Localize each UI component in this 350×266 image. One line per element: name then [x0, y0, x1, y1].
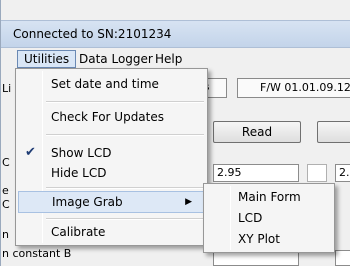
menu-separator [46, 218, 204, 220]
checkmark-icon: ✔ [25, 145, 36, 160]
second-read-button[interactable] [317, 121, 350, 143]
application-window: Connected to SN:2101234 Utilities Data L… [0, 0, 350, 266]
menu-item-label: Show LCD [51, 146, 112, 160]
menu-item-set-date-time[interactable]: Set date and time [18, 73, 205, 95]
menu-item-label: Set date and time [51, 77, 159, 91]
read-button[interactable]: Read [213, 121, 301, 143]
menu-item-label: Main Form [238, 190, 301, 204]
left-label-fragment: e [2, 184, 9, 197]
value-field-text: 2.95 [217, 166, 242, 179]
value-field[interactable]: 2.9 [335, 164, 350, 182]
menu-item-check-updates[interactable]: Check For Updates [18, 106, 205, 128]
menu-help[interactable]: Help [149, 50, 188, 68]
left-label-fragment: C [2, 198, 10, 211]
menu-separator [46, 101, 204, 103]
left-label-fragment: n [2, 228, 9, 241]
menu-item-label: Image Grab [52, 195, 123, 209]
image-grab-submenu: Main Form LCD XY Plot [203, 183, 335, 253]
firmware-version-display: F/W 01.01.09.12 [237, 78, 350, 98]
submenu-item-main-form[interactable]: Main Form [206, 187, 332, 207]
firmware-version: F/W 01.01.09.12 [260, 81, 350, 94]
menu-item-hide-lcd[interactable]: Hide LCD [18, 162, 205, 184]
utilities-dropdown-menu: Set date and time Check For Updates ✔ Sh… [15, 68, 208, 246]
menu-item-label: XY Plot [238, 232, 280, 246]
menu-item-show-lcd[interactable]: ✔ Show LCD [18, 142, 205, 164]
left-label-fragment: Li [2, 82, 12, 95]
menu-separator [46, 187, 204, 189]
menu-data-logger[interactable]: Data Logger [73, 50, 159, 68]
menu-item-label: Check For Updates [51, 110, 165, 124]
menu-item-label: LCD [238, 211, 263, 225]
menu-item-label: Calibrate [51, 225, 106, 239]
value-field-text: 2.9 [339, 166, 350, 179]
menu-item-calibrate[interactable]: Calibrate [18, 221, 205, 243]
submenu-item-xy-plot[interactable]: XY Plot [206, 229, 332, 249]
value-field[interactable]: 2.95 [213, 164, 299, 182]
submenu-item-lcd[interactable]: LCD [206, 208, 332, 228]
menu-separator [46, 134, 204, 136]
window-title-bar: Connected to SN:2101234 [1, 20, 350, 48]
menu-item-label: Hide LCD [51, 166, 107, 180]
menu-bar: Utilities Data Logger Help [1, 49, 350, 69]
left-label-fragment: C [2, 156, 10, 169]
menu-utilities[interactable]: Utilities [17, 50, 77, 68]
constant-b-field[interactable] [335, 250, 350, 266]
window-title: Connected to SN:2101234 [13, 27, 172, 41]
menu-item-image-grab[interactable]: Image Grab ▶ [18, 191, 205, 213]
constant-b-label: n constant B [2, 247, 72, 260]
spacer-field [307, 164, 327, 182]
submenu-arrow-icon: ▶ [185, 197, 192, 207]
